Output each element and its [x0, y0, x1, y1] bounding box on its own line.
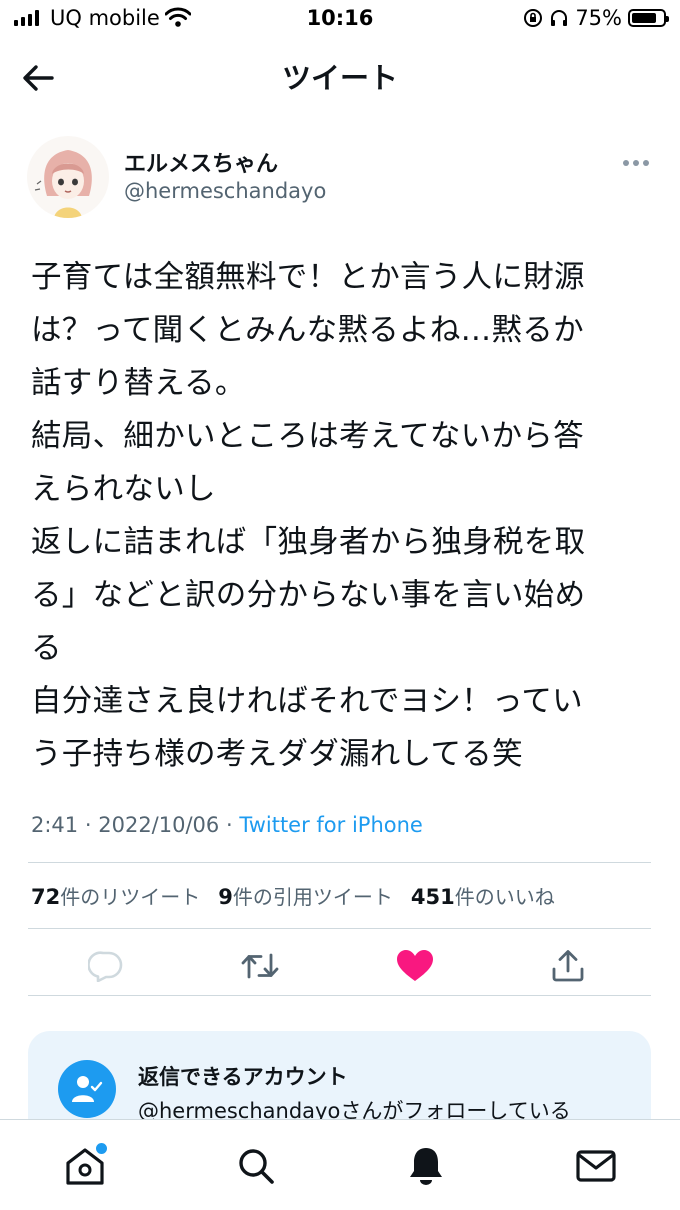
meta-separator: · — [84, 813, 92, 837]
nav-notifications[interactable] — [402, 1142, 450, 1190]
tweet-text-line: る — [31, 631, 62, 666]
divider — [28, 928, 651, 929]
divider — [28, 862, 651, 863]
author-display-name[interactable]: エルメスちゃん — [124, 146, 278, 178]
author-handle[interactable]: @hermeschandayo — [124, 179, 326, 203]
quotes-stat[interactable]: 9件の引用ツイート — [218, 881, 393, 910]
divider — [28, 995, 651, 996]
tweet-text-line: る」などと訳の分からない事を言い始め — [31, 578, 586, 613]
more-dot-icon — [623, 160, 629, 166]
bottom-nav — [0, 1119, 680, 1210]
status-right: 75% — [523, 6, 669, 30]
search-icon — [239, 1149, 274, 1184]
reply-icon — [88, 951, 123, 982]
orientation-lock-icon — [524, 9, 543, 27]
tweet-text: 子育ては全額無料で！とか言う人に財源 は？って聞くとみんな黙るよね…黙るか 話す… — [31, 251, 651, 781]
back-button[interactable] — [14, 58, 62, 98]
battery-icon — [628, 9, 669, 27]
quotes-count: 9 — [218, 885, 233, 909]
avatar[interactable] — [27, 136, 109, 218]
tweet-text-line: 話すり替える。 — [31, 366, 246, 401]
tweet-time: 2:41 — [31, 813, 79, 837]
likes-count: 451 — [410, 885, 455, 909]
tweet-actions — [28, 938, 651, 994]
carrier-name: UQ mobile — [50, 6, 160, 30]
share-icon — [552, 950, 584, 982]
reply-settings-title: 返信できるアカウント — [138, 1065, 348, 1089]
wifi-icon — [164, 7, 192, 31]
tweet-date: 2022/10/06 — [98, 813, 220, 837]
likes-stat[interactable]: 451件のいいね — [411, 881, 555, 910]
quotes-label: 件の引用ツイート — [232, 885, 393, 909]
engagement-stats: 72件のリツイート 9件の引用ツイート 451件のいいね — [31, 881, 555, 910]
status-time: 10:16 — [306, 6, 374, 30]
signal-icon — [14, 10, 39, 26]
tweet-text-line: 子育ては全額無料で！とか言う人に財源 — [31, 260, 585, 295]
retweets-label: 件のリツイート — [60, 885, 201, 909]
retweets-count: 72 — [31, 885, 61, 909]
nav-messages[interactable] — [572, 1142, 620, 1190]
notifications-icon — [410, 1148, 442, 1185]
reply-permission-icon — [58, 1060, 116, 1118]
headphones-icon — [551, 10, 568, 26]
tweet-text-line: う子持ち様の考えダダ漏れしてる笑 — [31, 737, 523, 772]
new-content-dot — [94, 1141, 109, 1156]
tweet-source-link[interactable]: Twitter for iPhone — [239, 813, 423, 837]
page-title: ツイート — [281, 61, 398, 95]
retweet-icon — [241, 953, 279, 979]
nav-home[interactable] — [61, 1141, 109, 1190]
tweet-text-line: は？って聞くとみんな黙るよね…黙るか — [31, 313, 584, 348]
reply-button[interactable] — [84, 946, 128, 986]
retweet-button[interactable] — [238, 946, 282, 986]
more-dot-icon — [633, 160, 639, 166]
battery-percent: 75% — [575, 6, 622, 30]
messages-icon — [576, 1150, 616, 1182]
status-bar: UQ mobile 10:16 75% — [0, 0, 680, 40]
retweets-stat[interactable]: 72件のリツイート — [31, 881, 200, 910]
back-arrow-icon — [23, 65, 54, 91]
tweet-text-line: 返しに詰まれば「独身者から独身税を取 — [31, 525, 586, 560]
heart-filled-icon — [397, 950, 433, 981]
tweet-timestamp: 2:41 · 2022/10/06 · Twitter for iPhone — [31, 813, 423, 837]
more-options-button[interactable] — [616, 150, 656, 176]
likes-label: 件のいいね — [454, 885, 555, 909]
more-dot-icon — [643, 160, 649, 166]
nav-search[interactable] — [232, 1142, 280, 1190]
meta-separator: · — [225, 813, 233, 837]
like-button[interactable] — [393, 946, 437, 986]
tweet-text-line: えられないし — [31, 472, 216, 507]
tweet-text-line: 自分達さえ良ければそれでヨシ！ってい — [31, 684, 583, 719]
share-button[interactable] — [546, 946, 590, 986]
tweet-text-line: 結局、細かいところは考えてないから答 — [31, 419, 584, 454]
